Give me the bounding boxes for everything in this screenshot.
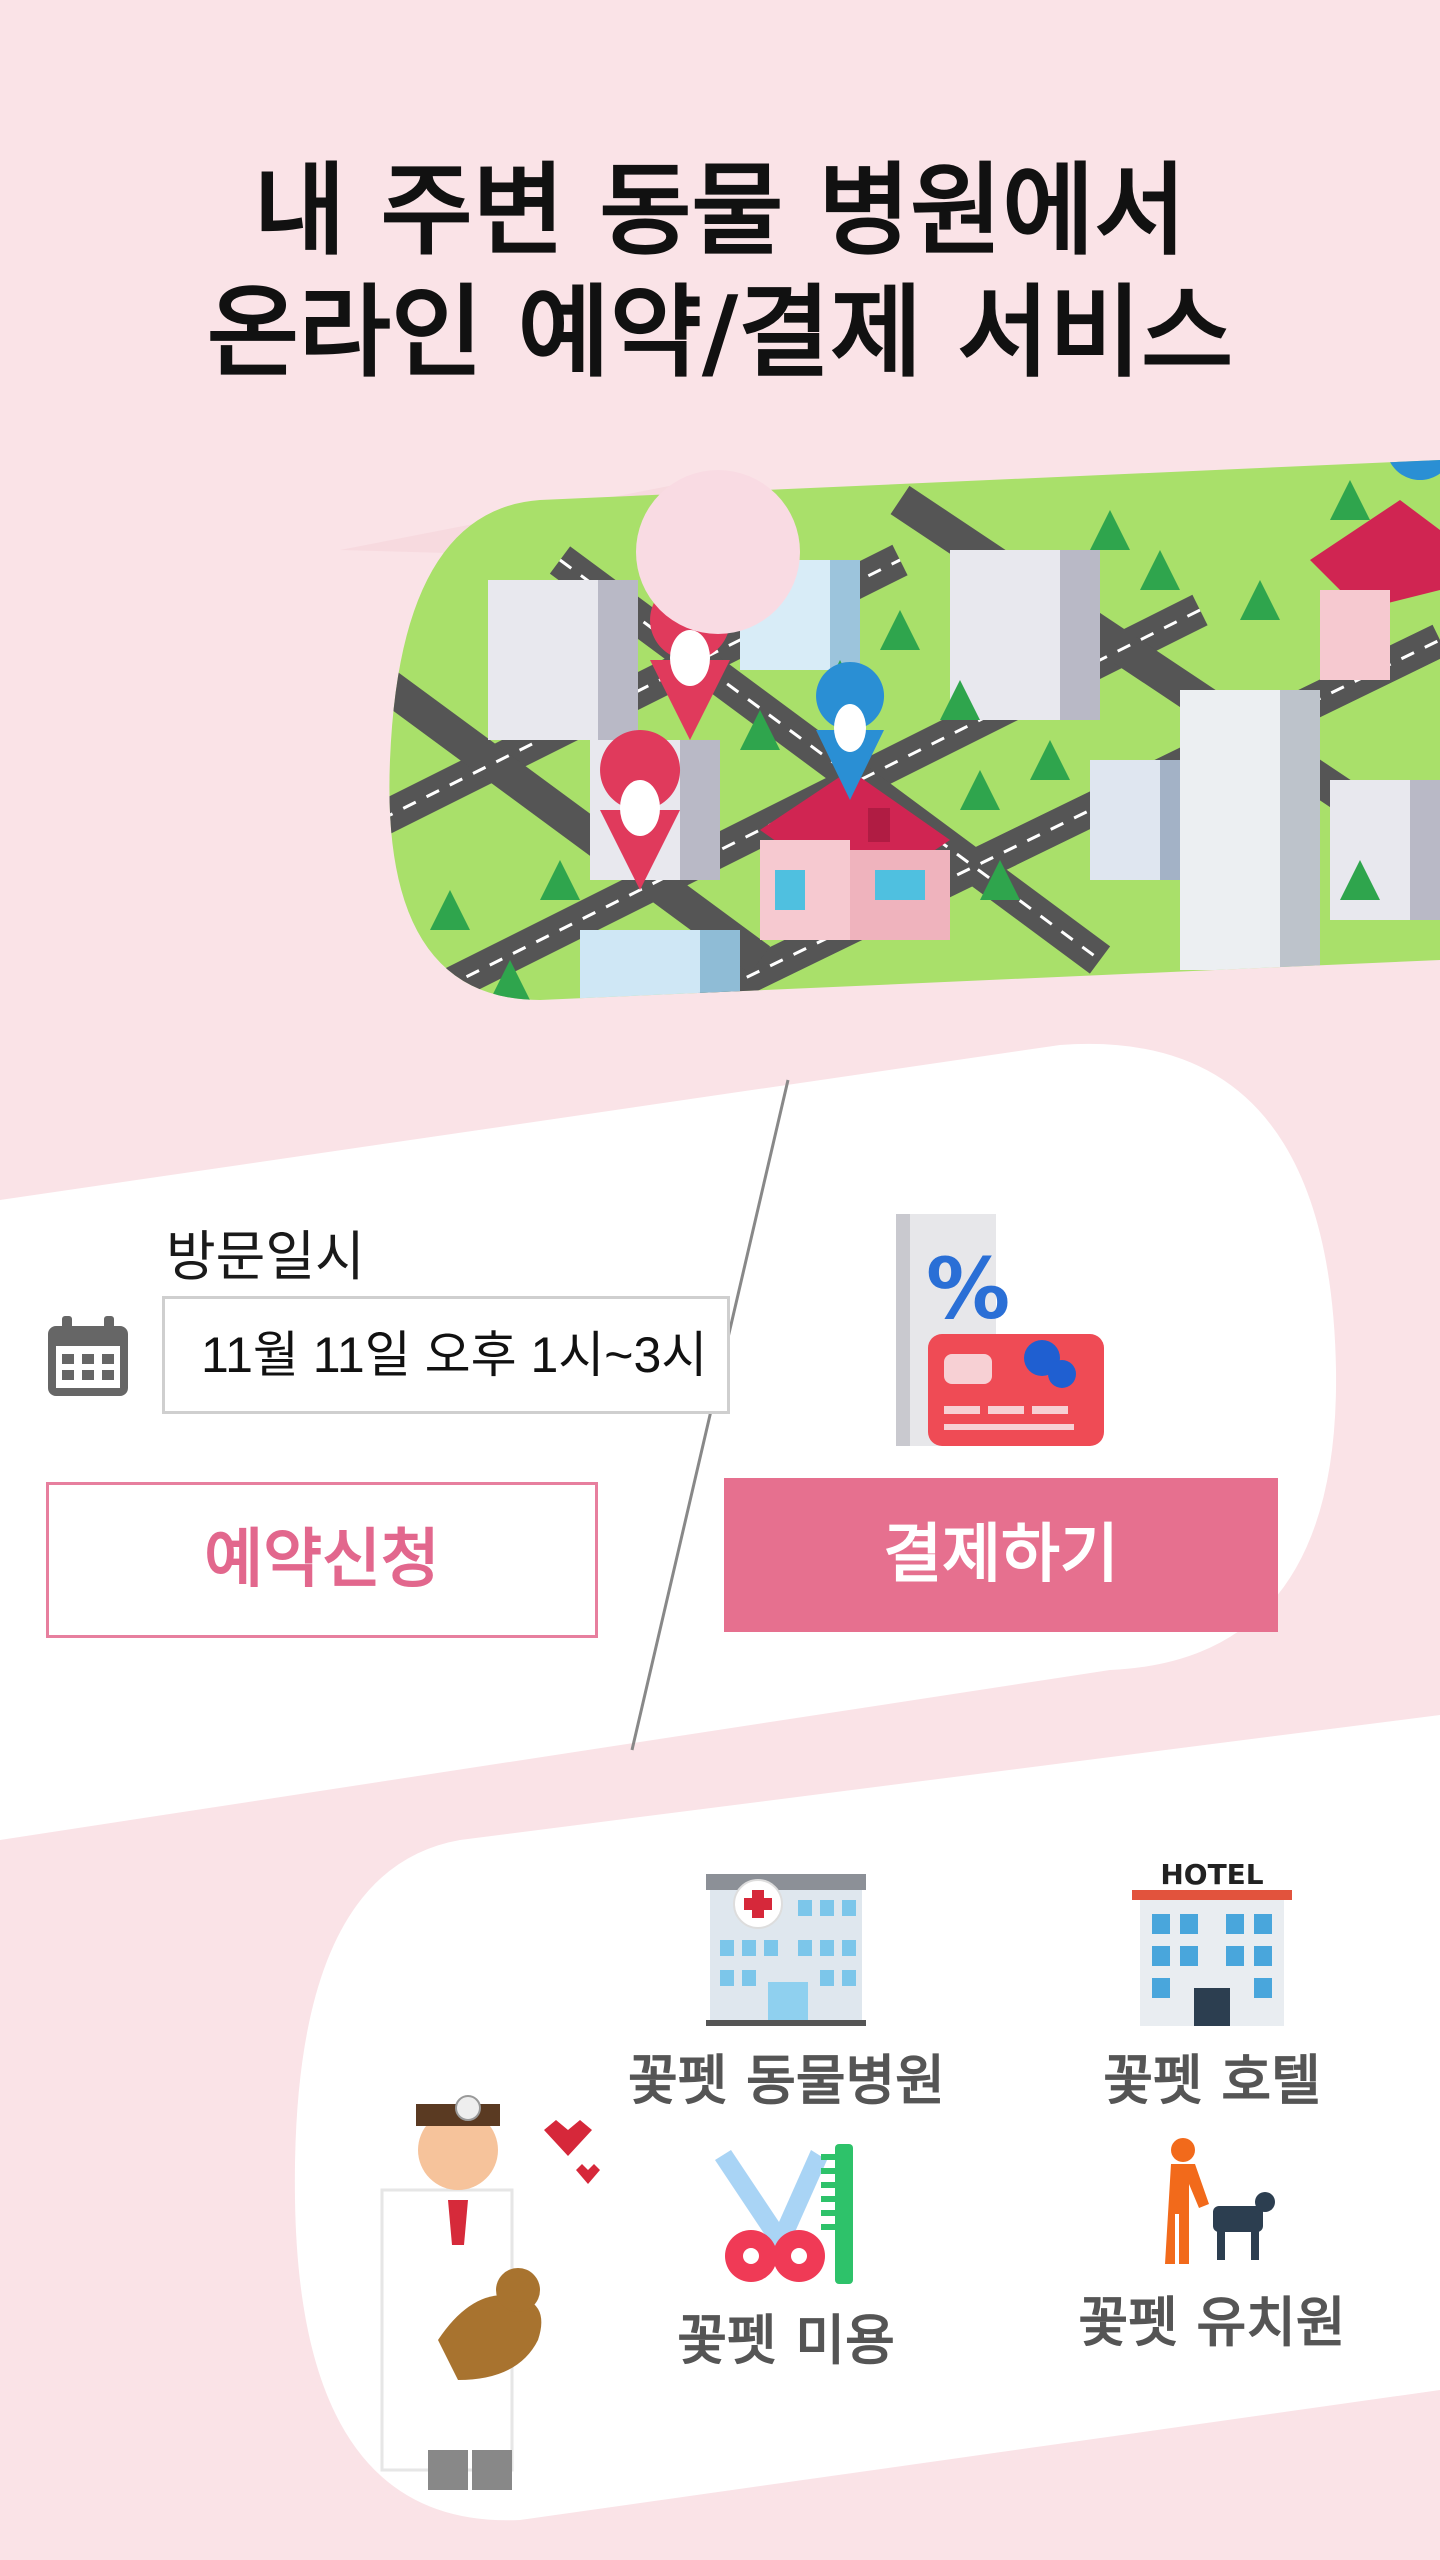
- grooming-icon: [715, 2144, 853, 2284]
- service-grooming-label: 꽃펫 미용: [677, 2309, 895, 2372]
- headline-line-1: 내 주변 동물 병원에서: [253, 152, 1187, 269]
- service-kindergarten[interactable]: 꽃펫 유치원: [1062, 2136, 1362, 2357]
- percent-symbol: %: [926, 1240, 1010, 1338]
- service-grooming[interactable]: 꽃펫 미용: [628, 2140, 944, 2375]
- reserve-button[interactable]: 예약신청: [46, 1482, 598, 1638]
- service-hotel[interactable]: HOTEL 꽃펫 호텔: [1062, 1858, 1362, 2115]
- service-kindergarten-label: 꽃펫 유치원: [1078, 2291, 1346, 2354]
- pay-button[interactable]: 결제하기: [724, 1478, 1278, 1632]
- hotel-icon: HOTEL: [1132, 1858, 1292, 2026]
- service-hospital[interactable]: 꽃펫 동물병원: [628, 1870, 945, 2115]
- visit-datetime-label: 방문일시: [166, 1227, 365, 1287]
- kindergarten-icon: [1165, 2138, 1275, 2264]
- visit-date-field[interactable]: 11월 11일 오후 1시~3시: [162, 1296, 730, 1414]
- headline-line-2: 온라인 예약/결제 서비스: [206, 274, 1234, 391]
- discount-card-icon: %: [896, 1214, 1104, 1446]
- page-headline: 내 주변 동물 병원에서 온라인 예약/결제 서비스: [0, 150, 1440, 394]
- service-hotel-label: 꽃펫 호텔: [1103, 2049, 1321, 2112]
- hotel-sign: HOTEL: [1160, 1858, 1263, 1891]
- service-hospital-label: 꽃펫 동물병원: [628, 2049, 945, 2112]
- hospital-icon: [706, 1874, 866, 2026]
- calendar-icon[interactable]: [44, 1312, 132, 1400]
- city-map-illustration: [340, 460, 1440, 1000]
- veterinarian-illustration: [380, 2095, 600, 2490]
